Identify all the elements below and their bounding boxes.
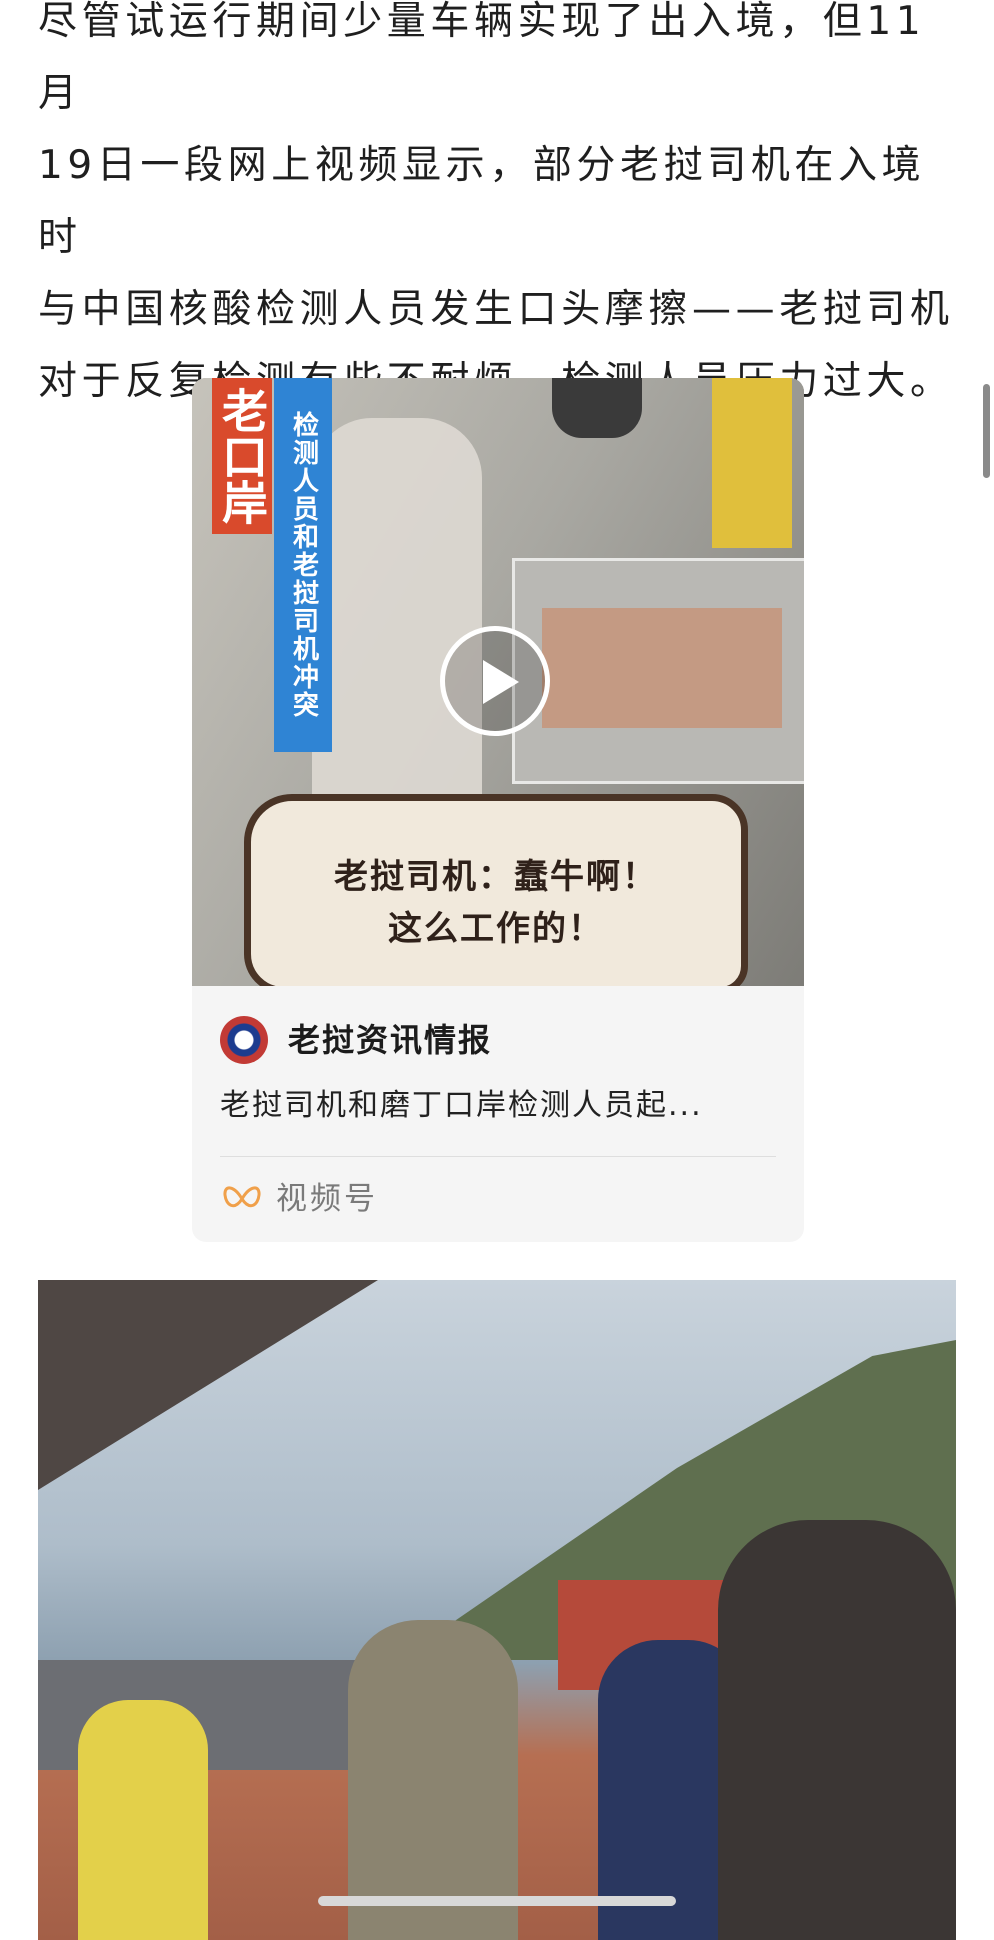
play-icon [483,660,519,704]
scene-yellow-shirt [712,378,792,548]
home-indicator[interactable] [318,1896,676,1906]
photo-person-dark [718,1520,956,1940]
caption-line: 这么工作的！ [388,909,604,949]
caption-bubble: 老挝司机：蠢牛啊！ 这么工作的！ [244,794,748,986]
source-label: 视频号 [276,1181,378,1217]
video-description[interactable]: 老挝司机和磨丁口岸检测人员起... [220,1082,703,1130]
scene-ground [542,608,782,728]
article-line: 19日一段网上视频显示，部分老挝司机在入境时 [38,143,926,260]
play-button[interactable] [440,626,550,736]
divider [220,1156,776,1157]
headline-tag: 检测人员和老挝司机冲突 [274,378,332,752]
caption-line: 老挝司机：蠢牛啊！ [334,857,658,897]
photo-roof [38,1280,378,1490]
article-line: 与中国核酸检测人员发生口头摩擦——老挝司机 [38,287,954,332]
channel-name[interactable]: 老挝资讯情报 [288,1016,492,1064]
article-paragraph: 尽管试运行期间少量车辆实现了出入境，但11月 19日一段网上视频显示，部分老挝司… [38,0,968,418]
channel-avatar[interactable] [220,1016,268,1064]
location-tag: 老口岸 [212,378,272,534]
video-thumbnail[interactable]: 老口岸 检测人员和老挝司机冲突 老挝司机：蠢牛啊！ 这么工作的！ [192,378,804,986]
video-card[interactable]: 老口岸 检测人员和老挝司机冲突 老挝司机：蠢牛啊！ 这么工作的！ 老挝资讯情报 … [192,378,804,1242]
article-photo[interactable] [38,1280,956,1940]
scene-dark-hair [552,378,642,438]
channels-butterfly-icon [223,1186,261,1208]
scrollbar-thumb[interactable] [983,384,990,478]
article-line: 尽管试运行期间少量车辆实现了出入境，但11月 [38,0,926,116]
photo-person-center [348,1620,518,1940]
photo-person-yellow [78,1700,208,1940]
